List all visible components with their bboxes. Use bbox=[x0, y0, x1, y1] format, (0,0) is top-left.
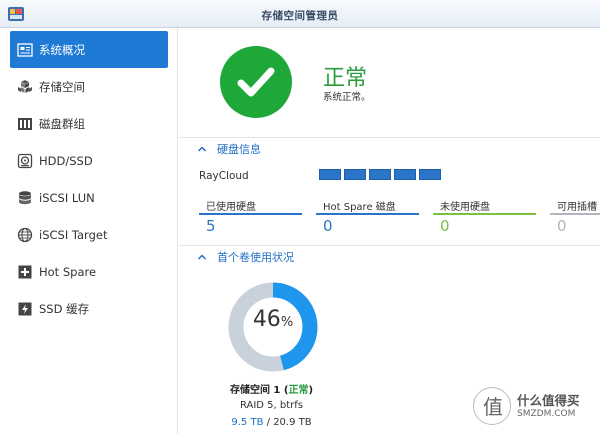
stat-used-disks: 已使用硬盘 5 bbox=[199, 196, 302, 236]
stat-value: 5 bbox=[206, 217, 216, 235]
device-name: RayCloud bbox=[199, 170, 249, 182]
overview-icon bbox=[17, 42, 33, 58]
divider bbox=[179, 245, 600, 246]
stat-label: 可用插槽 bbox=[557, 202, 597, 213]
divider bbox=[179, 137, 600, 138]
stat-hot-spare: Hot Spare 磁盘 0 bbox=[316, 196, 419, 236]
window-title: 存储空间管理员 bbox=[261, 10, 339, 22]
sidebar-item-hot-spare[interactable]: Hot Spare bbox=[10, 253, 168, 290]
volume-raid: RAID 5, btrfs bbox=[239, 400, 304, 411]
watermark-logo: 值 bbox=[473, 387, 511, 425]
disk-group-icon bbox=[17, 116, 33, 132]
main-panel: 正常 系统正常。 硬盘信息 RayCloud 已使用硬盘 5 Hot Spare… bbox=[179, 28, 600, 434]
volume-usage-donut: 46% bbox=[227, 281, 319, 373]
sidebar-item-overview[interactable]: 系统概况 bbox=[10, 31, 168, 68]
disk-slot[interactable] bbox=[319, 169, 341, 180]
sidebar-item-iscsi-lun[interactable]: iSCSI LUN bbox=[10, 179, 168, 216]
chevron-up-icon bbox=[197, 146, 207, 152]
volume-size: 9.5 TB / 20.9 TB bbox=[231, 417, 312, 428]
sidebar: 系统概况 存储空间 磁盘群组 HDD/SSD iSCSI LUN iSCSI T… bbox=[0, 28, 178, 434]
stat-label: Hot Spare 磁盘 bbox=[323, 202, 396, 213]
watermark: 值 什么值得买 SMZDM.COM bbox=[473, 387, 598, 429]
section-title: 首个卷使用状况 bbox=[217, 251, 294, 264]
stat-unused-disks: 未使用硬盘 0 bbox=[433, 196, 536, 236]
stat-bar bbox=[550, 213, 600, 215]
stat-label: 已使用硬盘 bbox=[206, 202, 256, 213]
status-subtitle: 系统正常。 bbox=[323, 92, 371, 103]
disk-slot[interactable] bbox=[419, 169, 441, 180]
plus-icon bbox=[17, 264, 33, 280]
stat-free-slots: 可用插槽 0 bbox=[550, 196, 600, 236]
svg-text:值: 值 bbox=[483, 395, 503, 419]
volume-usage-header[interactable]: 首个卷使用状况 bbox=[197, 248, 597, 266]
stat-label: 未使用硬盘 bbox=[440, 202, 490, 213]
stat-bar bbox=[433, 213, 536, 215]
volume-status: 正常 bbox=[288, 385, 309, 396]
database-icon bbox=[17, 190, 33, 206]
status-title: 正常 bbox=[323, 66, 368, 91]
volume-name[interactable]: 存储空间 1 (正常) bbox=[179, 381, 364, 396]
sidebar-item-label: SSD 缓存 bbox=[39, 301, 90, 316]
title-bar: 存储空间管理员 bbox=[0, 0, 600, 28]
disk-info-header[interactable]: 硬盘信息 bbox=[197, 140, 597, 158]
sidebar-item-label: iSCSI LUN bbox=[39, 190, 95, 205]
usage-percent: 46% bbox=[227, 307, 319, 332]
volume-total: 20.9 TB bbox=[273, 417, 312, 428]
status-indicator bbox=[220, 46, 292, 118]
stat-bar bbox=[199, 213, 302, 215]
cubes-icon bbox=[17, 79, 33, 95]
stat-value: 0 bbox=[440, 217, 450, 235]
watermark-sub: SMZDM.COM bbox=[517, 409, 576, 419]
usage-percent-number: 46 bbox=[252, 307, 281, 332]
sidebar-item-label: 磁盘群组 bbox=[39, 116, 85, 131]
usage-percent-sign: % bbox=[280, 315, 294, 330]
sidebar-item-ssd-cache[interactable]: SSD 缓存 bbox=[10, 290, 168, 327]
sidebar-item-label: HDD/SSD bbox=[39, 153, 93, 168]
stat-bar bbox=[316, 213, 419, 215]
volume-name-text: 存储空间 1 bbox=[229, 385, 281, 396]
sidebar-item-hdd-ssd[interactable]: HDD/SSD bbox=[10, 142, 168, 179]
check-icon bbox=[237, 67, 275, 97]
disk-slot-map bbox=[319, 169, 441, 180]
stat-value: 0 bbox=[557, 217, 567, 235]
stat-value: 0 bbox=[323, 217, 333, 235]
hdd-icon bbox=[17, 153, 33, 169]
sidebar-item-label: 存储空间 bbox=[39, 79, 85, 94]
sidebar-item-disk-group[interactable]: 磁盘群组 bbox=[10, 105, 168, 142]
disk-slot[interactable] bbox=[369, 169, 391, 180]
volume-used: 9.5 TB bbox=[231, 417, 264, 428]
disk-slot[interactable] bbox=[394, 169, 416, 180]
disk-slot[interactable] bbox=[344, 169, 366, 180]
sidebar-item-label: 系统概况 bbox=[39, 42, 85, 57]
ssd-cache-icon bbox=[17, 301, 33, 317]
sidebar-item-storage[interactable]: 存储空间 bbox=[10, 68, 168, 105]
sidebar-item-iscsi-target[interactable]: iSCSI Target bbox=[10, 216, 168, 253]
section-title: 硬盘信息 bbox=[217, 143, 261, 156]
sidebar-item-label: Hot Spare bbox=[39, 264, 97, 279]
chevron-up-icon bbox=[197, 254, 207, 260]
globe-icon bbox=[17, 227, 33, 243]
watermark-text: 什么值得买 bbox=[517, 393, 580, 408]
sidebar-item-label: iSCSI Target bbox=[39, 227, 108, 242]
